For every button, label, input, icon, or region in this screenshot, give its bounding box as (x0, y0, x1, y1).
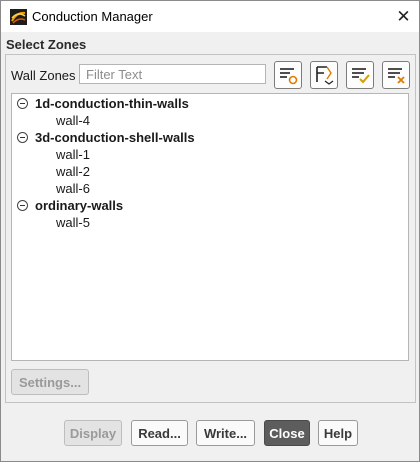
wall-zones-label: Wall Zones (11, 68, 76, 83)
deselect-all-icon (388, 68, 405, 84)
filter-options-icon (280, 68, 298, 85)
wall-zones-tree[interactable]: 1d-conduction-thin-walls wall-4 3d-condu… (11, 93, 409, 361)
tree-item-label: wall-2 (56, 164, 90, 179)
settings-button-label: Settings... (18, 374, 82, 390)
tree-item-label: wall-4 (56, 113, 90, 128)
window-title: Conduction Manager (32, 9, 153, 24)
tree-group-label: ordinary-walls (35, 198, 124, 213)
tree-group-3d-conduction-shell-walls[interactable]: 3d-conduction-shell-walls (17, 129, 195, 146)
collapse-icon[interactable] (17, 132, 28, 143)
sort-filter-icon (316, 66, 334, 85)
fluent-app-icon (10, 9, 27, 25)
select-all-icon (352, 68, 370, 84)
filter-text-input[interactable] (79, 64, 266, 84)
tree-item-label: wall-1 (56, 147, 90, 162)
sort-filter-button[interactable] (310, 61, 338, 89)
select-zones-heading: Select Zones (6, 37, 87, 52)
close-icon: ✕ (396, 6, 411, 26)
title-bar: Conduction Manager ✕ (1, 1, 419, 32)
tree-item-label: wall-6 (56, 181, 90, 196)
write-button-label: Write... (203, 425, 248, 441)
help-button[interactable]: Help (318, 420, 358, 446)
tree-item-wall-4[interactable]: wall-4 (56, 112, 90, 129)
write-button[interactable]: Write... (196, 420, 255, 446)
close-button-label: Close (269, 425, 305, 441)
tree-item-wall-1[interactable]: wall-1 (56, 146, 90, 163)
tree-group-label: 3d-conduction-shell-walls (35, 130, 195, 145)
display-button[interactable]: Display (64, 420, 122, 446)
collapse-icon[interactable] (17, 98, 28, 109)
display-button-label: Display (69, 425, 117, 441)
settings-button[interactable]: Settings... (11, 369, 89, 395)
read-button[interactable]: Read... (131, 420, 188, 446)
deselect-all-button[interactable] (382, 61, 410, 89)
tree-group-label: 1d-conduction-thin-walls (35, 96, 189, 111)
filter-options-button[interactable] (274, 61, 302, 89)
select-all-button[interactable] (346, 61, 374, 89)
conduction-manager-dialog: Conduction Manager ✕ Select Zones Wall Z… (0, 0, 420, 462)
tree-item-wall-6[interactable]: wall-6 (56, 180, 90, 197)
collapse-icon[interactable] (17, 200, 28, 211)
tree-item-wall-5[interactable]: wall-5 (56, 214, 90, 231)
help-button-label: Help (323, 425, 353, 441)
tree-item-label: wall-5 (56, 215, 90, 230)
close-window-button[interactable]: ✕ (388, 1, 419, 32)
read-button-label: Read... (138, 425, 181, 441)
tree-group-1d-conduction-thin-walls[interactable]: 1d-conduction-thin-walls (17, 95, 189, 112)
tree-group-ordinary-walls[interactable]: ordinary-walls (17, 197, 123, 214)
close-button[interactable]: Close (264, 420, 310, 446)
tree-item-wall-2[interactable]: wall-2 (56, 163, 90, 180)
